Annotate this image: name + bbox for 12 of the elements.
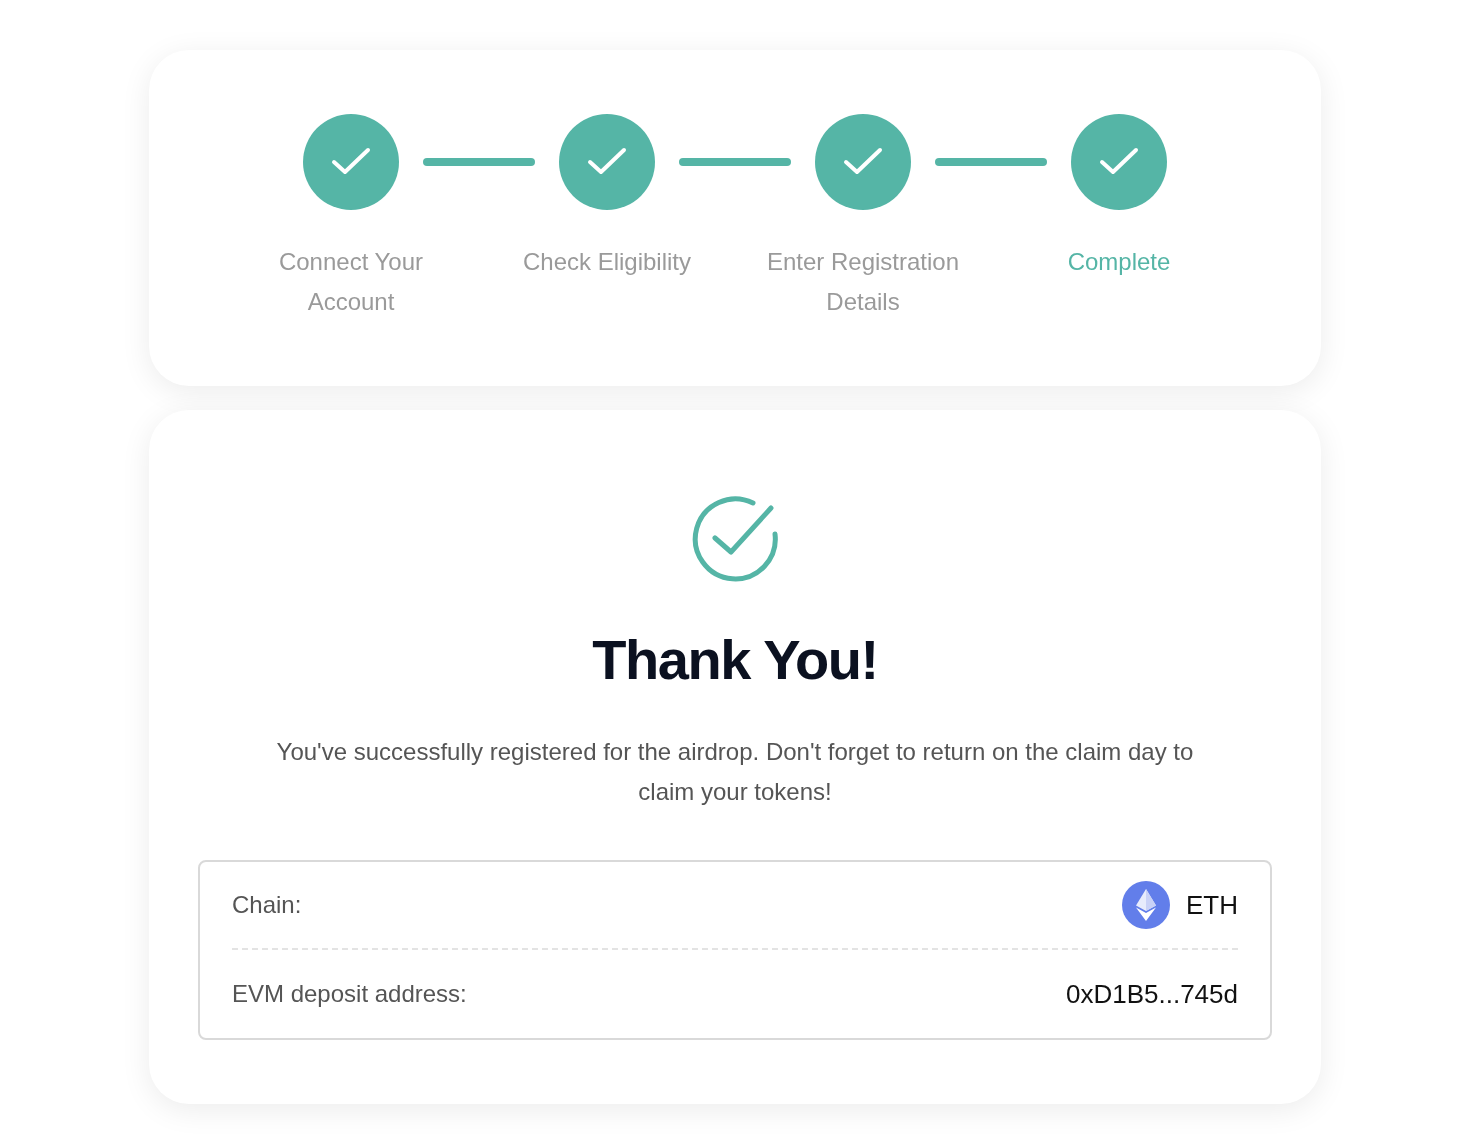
success-message: You've successfully registered for the airdrop. Don't forget to return on the claim day to claim your tokens!: [275, 737, 1195, 807]
step-label: Enter Registration Details: [765, 247, 961, 317]
step-label: Check Eligibility: [521, 247, 693, 277]
detail-label: EVM deposit address:: [232, 979, 467, 1009]
check-circle-icon: [691, 494, 779, 582]
detail-value: 0xD1B5...745d: [1066, 977, 1238, 1011]
step-label: Complete: [1066, 247, 1172, 277]
ethereum-icon: [1122, 881, 1170, 929]
detail-value: ETH: [1186, 888, 1238, 922]
thank-you-heading: Thank You!: [592, 632, 878, 688]
step-label: Connect Your Account: [277, 247, 425, 317]
detail-label: Chain:: [232, 890, 302, 920]
